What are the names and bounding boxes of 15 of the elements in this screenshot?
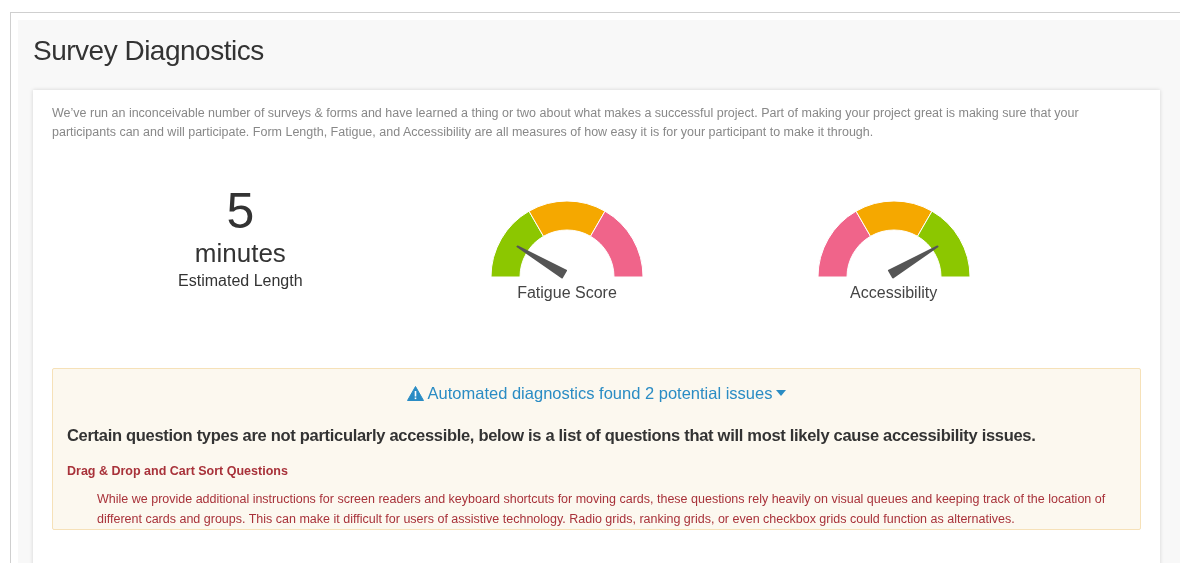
caret-icon (776, 390, 787, 396)
issue-title: Drag & Drop and Cart Sort Questions (67, 463, 289, 480)
issues-summary: Certain question types are not particularly accessible, below is a list of questions that will most likely cause accessibility issues. (67, 425, 1037, 446)
gauge-label: Fatigue Score (517, 283, 617, 303)
metric-unit: minutes (194, 238, 286, 268)
intro-paragraph: We’ve run an inconceivable number of surveys & forms and have learned a thing or two about what makes a successful project. Part of making your project great is making sure that your participants can and will participate. Form Length, Fatigue, and Accessibility are all measures of how easy it is for your participant to make it through. (52, 105, 1080, 141)
page-title: Survey Diagnostics (33, 34, 265, 68)
metric-label: Estimated Length (178, 271, 303, 291)
issue-description: While we provide additional instructions for screen readers and keyboard shortcuts for moving cards, these questions rely heavily on visual queues and keeping track of the location of different cards and groups. This can make it difficult for users of assistive technology. Radio grids, ranking grids, or even checkbox grids could function as alternatives. (97, 491, 1107, 528)
diagnostics-toggle[interactable]: Automated diagnostics found 2 potential issues (406, 383, 787, 403)
gauge-needle (887, 245, 939, 279)
gauge-needle (516, 245, 567, 279)
warning-icon (406, 385, 424, 401)
metric-value: 5 (226, 184, 255, 238)
gauge-label: Accessibility (850, 283, 938, 303)
